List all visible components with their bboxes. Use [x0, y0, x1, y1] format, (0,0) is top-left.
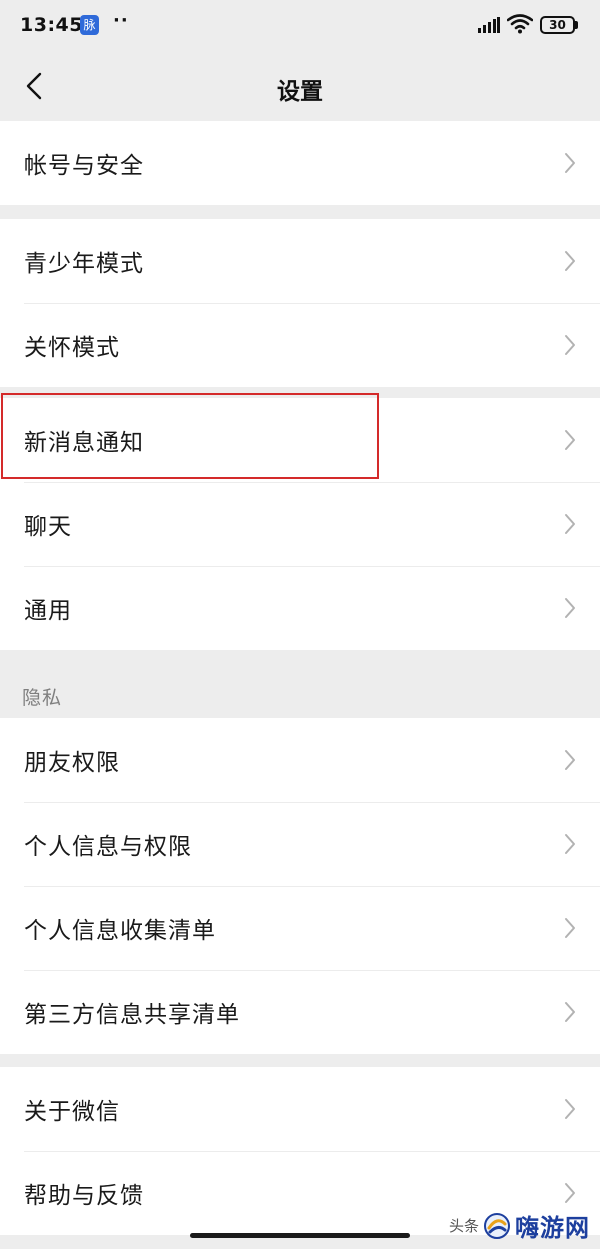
more-notifications-icon: ··: [113, 10, 129, 31]
watermark: 头条 嗨游网: [449, 1208, 590, 1243]
settings-item-new-message-notification[interactable]: 新消息通知: [0, 398, 600, 482]
settings-item-label: 个人信息收集清单: [24, 918, 216, 944]
settings-item-teen-mode[interactable]: 青少年模式: [0, 219, 600, 303]
chevron-right-icon: [565, 153, 575, 173]
chevron-right-icon: [565, 1002, 575, 1022]
settings-item-label: 青少年模式: [24, 251, 144, 277]
settings-item-personal-info-collection-list[interactable]: 个人信息收集清单: [0, 886, 600, 970]
wifi-icon: [507, 14, 533, 34]
status-time: 13:45: [20, 14, 83, 36]
settings-item-care-mode[interactable]: 关怀模式: [0, 303, 600, 387]
app-notification-icon: 脉: [80, 15, 99, 35]
settings-group-account: 帐号与安全: [0, 121, 600, 205]
settings-item-friend-permissions[interactable]: 朋友权限: [0, 718, 600, 802]
chevron-right-icon: [565, 1099, 575, 1119]
settings-group-privacy: 朋友权限 个人信息与权限 个人信息收集清单 第三方信息共享清单: [0, 718, 600, 1054]
chevron-right-icon: [565, 1183, 575, 1203]
settings-item-label: 个人信息与权限: [24, 834, 192, 860]
settings-item-label: 帮助与反馈: [24, 1183, 144, 1209]
settings-item-label: 第三方信息共享清单: [24, 1002, 240, 1028]
chevron-right-icon: [565, 750, 575, 770]
settings-item-label: 关于微信: [24, 1099, 120, 1125]
status-bar: 13:45 脉 ·· 30: [0, 0, 600, 52]
chevron-right-icon: [565, 598, 575, 618]
watermark-site-name: 嗨游网: [515, 1214, 590, 1242]
settings-item-label: 帐号与安全: [24, 153, 144, 179]
page-title: 设置: [277, 79, 323, 105]
settings-item-account-security[interactable]: 帐号与安全: [0, 121, 600, 205]
settings-screen: 13:45 脉 ·· 30 设置 帐号与安全 青少年模式 关怀模式 新消息通知 …: [0, 0, 600, 1249]
settings-item-label: 新消息通知: [24, 430, 144, 456]
chevron-right-icon: [565, 918, 575, 938]
signal-icon: [478, 17, 500, 33]
watermark-prefix: 头条: [448, 1217, 479, 1235]
nav-bar: 设置: [0, 52, 600, 120]
settings-item-personal-info-permissions[interactable]: 个人信息与权限: [0, 802, 600, 886]
watermark-logo-icon: [484, 1212, 510, 1239]
settings-group-modes: 青少年模式 关怀模式: [0, 219, 600, 387]
chevron-right-icon: [565, 514, 575, 534]
chevron-right-icon: [565, 335, 575, 355]
battery-level: 30: [549, 18, 566, 32]
chevron-right-icon: [565, 430, 575, 450]
settings-item-general[interactable]: 通用: [0, 566, 600, 650]
settings-item-chat[interactable]: 聊天: [0, 482, 600, 566]
home-indicator[interactable]: [190, 1233, 410, 1238]
settings-item-label: 通用: [24, 598, 72, 624]
settings-group-messages: 新消息通知 聊天 通用: [0, 398, 600, 650]
section-label-privacy: 隐私: [22, 687, 63, 709]
chevron-right-icon: [565, 251, 575, 271]
settings-item-about-wechat[interactable]: 关于微信: [0, 1067, 600, 1151]
settings-item-label: 朋友权限: [24, 750, 120, 776]
settings-item-label: 关怀模式: [24, 335, 120, 361]
battery-icon: 30: [540, 16, 578, 34]
settings-item-third-party-sharing-list[interactable]: 第三方信息共享清单: [0, 970, 600, 1054]
chevron-right-icon: [565, 834, 575, 854]
settings-item-label: 聊天: [24, 514, 72, 540]
